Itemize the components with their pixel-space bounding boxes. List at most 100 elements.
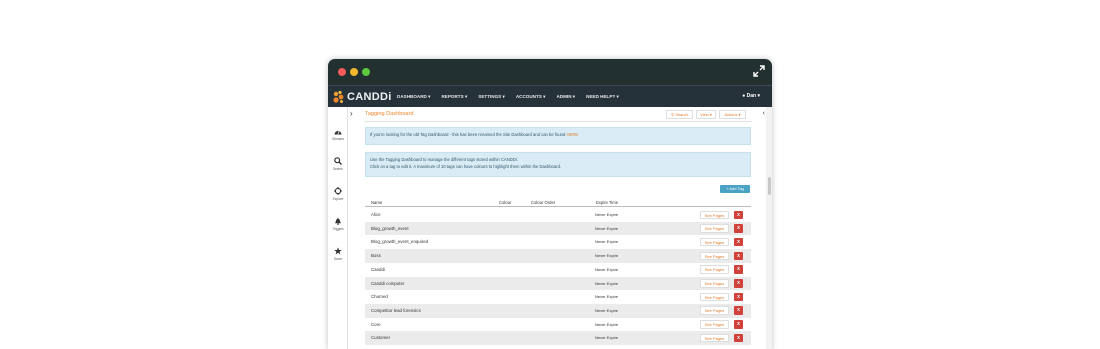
user-menu[interactable]: ● Dan ▾ [742,93,760,99]
tag-expire-time: Never Expire [595,335,619,341]
view-dropdown-button[interactable]: View ▾ [696,110,716,119]
sidebar-item-triggers[interactable]: Triggers [328,217,348,231]
window-titlebar [328,59,772,85]
column-name[interactable]: Name [371,200,382,205]
tag-expire-time: Never Expire [595,225,619,231]
tag-name[interactable]: Customer [371,335,390,340]
left-sidebar: Streams Search Explore Triggers Score [328,107,348,349]
sidebar-item-score[interactable]: Score [328,247,348,261]
delete-tag-button[interactable]: x [734,237,743,247]
zoom-window-button[interactable] [362,68,370,76]
delete-tag-button[interactable]: x [734,210,743,219]
instructions-line-2: Click on a tag to edit it. A maximum of … [370,163,562,169]
see-pages-button[interactable]: See Pages [700,279,729,288]
see-pages-button[interactable]: See Pages [700,265,729,274]
tag-name[interactable]: Blog_growth_event_enquired [371,239,428,244]
sidebar-label-explore: Explore [332,197,344,201]
delete-tag-button[interactable]: x [734,292,743,302]
crosshair-icon [334,187,342,195]
table-row[interactable]: Canddi Never Expire See Pages x [365,263,751,277]
tag-name[interactable]: Canddi computer [371,281,404,286]
table-row[interactable]: Blog_growth_event_enquired Never Expire Se… [365,235,751,249]
column-expire-time[interactable]: Expire Time [596,200,618,205]
logo-text: CANDDi [347,91,392,103]
see-pages-button[interactable]: See Pages [700,292,729,302]
delete-tag-button[interactable]: x [734,251,743,261]
tag-name[interactable]: Churned [371,294,388,299]
top-navbar: CANDDi DASHBOARD ▾ REPORTS ▾ SETTINGS ▾ … [328,85,772,107]
close-window-button[interactable] [338,68,346,76]
sidebar-label-triggers: Triggers [332,227,344,231]
sidebar-item-streams[interactable]: Streams [328,128,348,141]
tag-expire-time: Never Expire [595,239,619,245]
main-menu: DASHBOARD ▾ REPORTS ▾ SETTINGS ▾ ACCOUNT… [397,86,630,108]
sidebar-expand-chevron-icon[interactable]: › [350,109,353,118]
menu-need-help[interactable]: NEED HELP? ▾ [586,94,619,100]
sidebar-label-streams: Streams [332,137,344,141]
search-icon [334,157,342,165]
sidebar-label-score: Score [333,257,343,261]
see-pages-button[interactable]: See Pages [700,210,729,219]
expand-icon[interactable] [753,65,765,77]
page-title: Tagging Dashboard [365,111,414,117]
delete-tag-button[interactable]: x [734,333,743,343]
table-row[interactable]: Customer Never Expire See Pages x [365,331,751,345]
see-pages-button[interactable]: See Pages [700,320,729,329]
minimize-window-button[interactable] [350,68,358,76]
tag-expire-time: Never Expire [595,253,619,259]
scrollbar-thumb[interactable] [768,177,771,195]
see-pages-button[interactable]: See Pages [700,251,729,261]
sidebar-item-explore[interactable]: Explore [328,187,348,201]
delete-tag-button[interactable]: x [734,224,743,233]
dashboard-gauge-icon [334,130,342,135]
see-pages-button[interactable]: See Pages [700,237,729,247]
add-tag-button[interactable]: + Add Tag [720,185,750,193]
menu-reports[interactable]: REPORTS ▾ [441,94,467,100]
menu-admin[interactable]: ADMIN ▾ [556,94,575,100]
delete-tag-button[interactable]: x [734,265,743,274]
user-icon: ● [742,93,746,99]
tag-name[interactable]: Competitor lead forensics [371,308,421,313]
tag-expire-time: Never Expire [595,212,619,217]
see-pages-button[interactable]: See Pages [700,306,729,315]
menu-dashboard[interactable]: DASHBOARD ▾ [397,94,430,100]
table-row[interactable]: Churned Never Expire See Pages x [365,290,751,304]
tag-expire-time: Never Expire [595,321,619,327]
column-colour-order[interactable]: Colour Order [531,200,555,205]
menu-accounts[interactable]: ACCOUNTS ▾ [516,94,546,100]
sidebar-item-search[interactable]: Search [328,157,348,171]
actions-dropdown-button[interactable]: Actions ▾ [719,110,746,119]
table-row[interactable]: Competitor lead forensics Never Expire See… [365,303,751,318]
site-dashboard-link[interactable]: HERE [567,132,579,137]
table-row[interactable]: Core Never Expire See Pages x [365,318,751,332]
search-button[interactable]: ⚲ Search [666,110,693,119]
see-pages-button[interactable]: See Pages [700,333,729,343]
canddi-logo-icon [333,90,344,103]
tag-name[interactable]: Core [371,322,381,327]
table-row[interactable]: Blog_growth_event Never Expire See Pages x [365,221,751,236]
delete-tag-button[interactable]: x [734,306,743,315]
see-pages-button[interactable]: See Pages [700,224,729,233]
page-header: Tagging Dashboard ⚲ Search View ▾ Action… [364,107,752,122]
user-name: Dan [746,93,757,99]
tag-name[interactable]: Canddi [371,267,385,272]
canddi-logo[interactable]: CANDDi [332,89,392,105]
table-row[interactable]: Boss Never Expire See Pages x [365,249,751,263]
menu-settings[interactable]: SETTINGS ▾ [478,94,505,100]
table-row[interactable]: Alice Never Expire See Pages x [365,208,751,222]
table-header: Name Colour Colour Order Expire Time [365,198,751,207]
delete-tag-button[interactable]: x [734,279,743,288]
old-dashboard-alert: If you're looking for the old Tag Dashbo… [365,127,751,145]
panel-collapse-chevron-icon[interactable]: ‹ [763,110,765,117]
table-row[interactable]: Canddi computer Never Expire See Pages x [365,276,751,291]
tag-name[interactable]: Boss [371,253,381,258]
column-colour[interactable]: Colour [499,200,511,205]
tag-name[interactable]: Blog_growth_event [371,226,409,231]
instructions-line-1: Use the Tagging Dashboard to manage the … [370,157,518,162]
page-scrollbar[interactable] [766,107,772,349]
tag-expire-time: Never Expire [595,294,619,300]
instructions-alert: Use the Tagging Dashboard to manage the … [365,152,751,177]
tag-name[interactable]: Alice [371,212,381,217]
browser-window: CANDDi DASHBOARD ▾ REPORTS ▾ SETTINGS ▾ … [328,59,772,349]
delete-tag-button[interactable]: x [734,320,743,329]
